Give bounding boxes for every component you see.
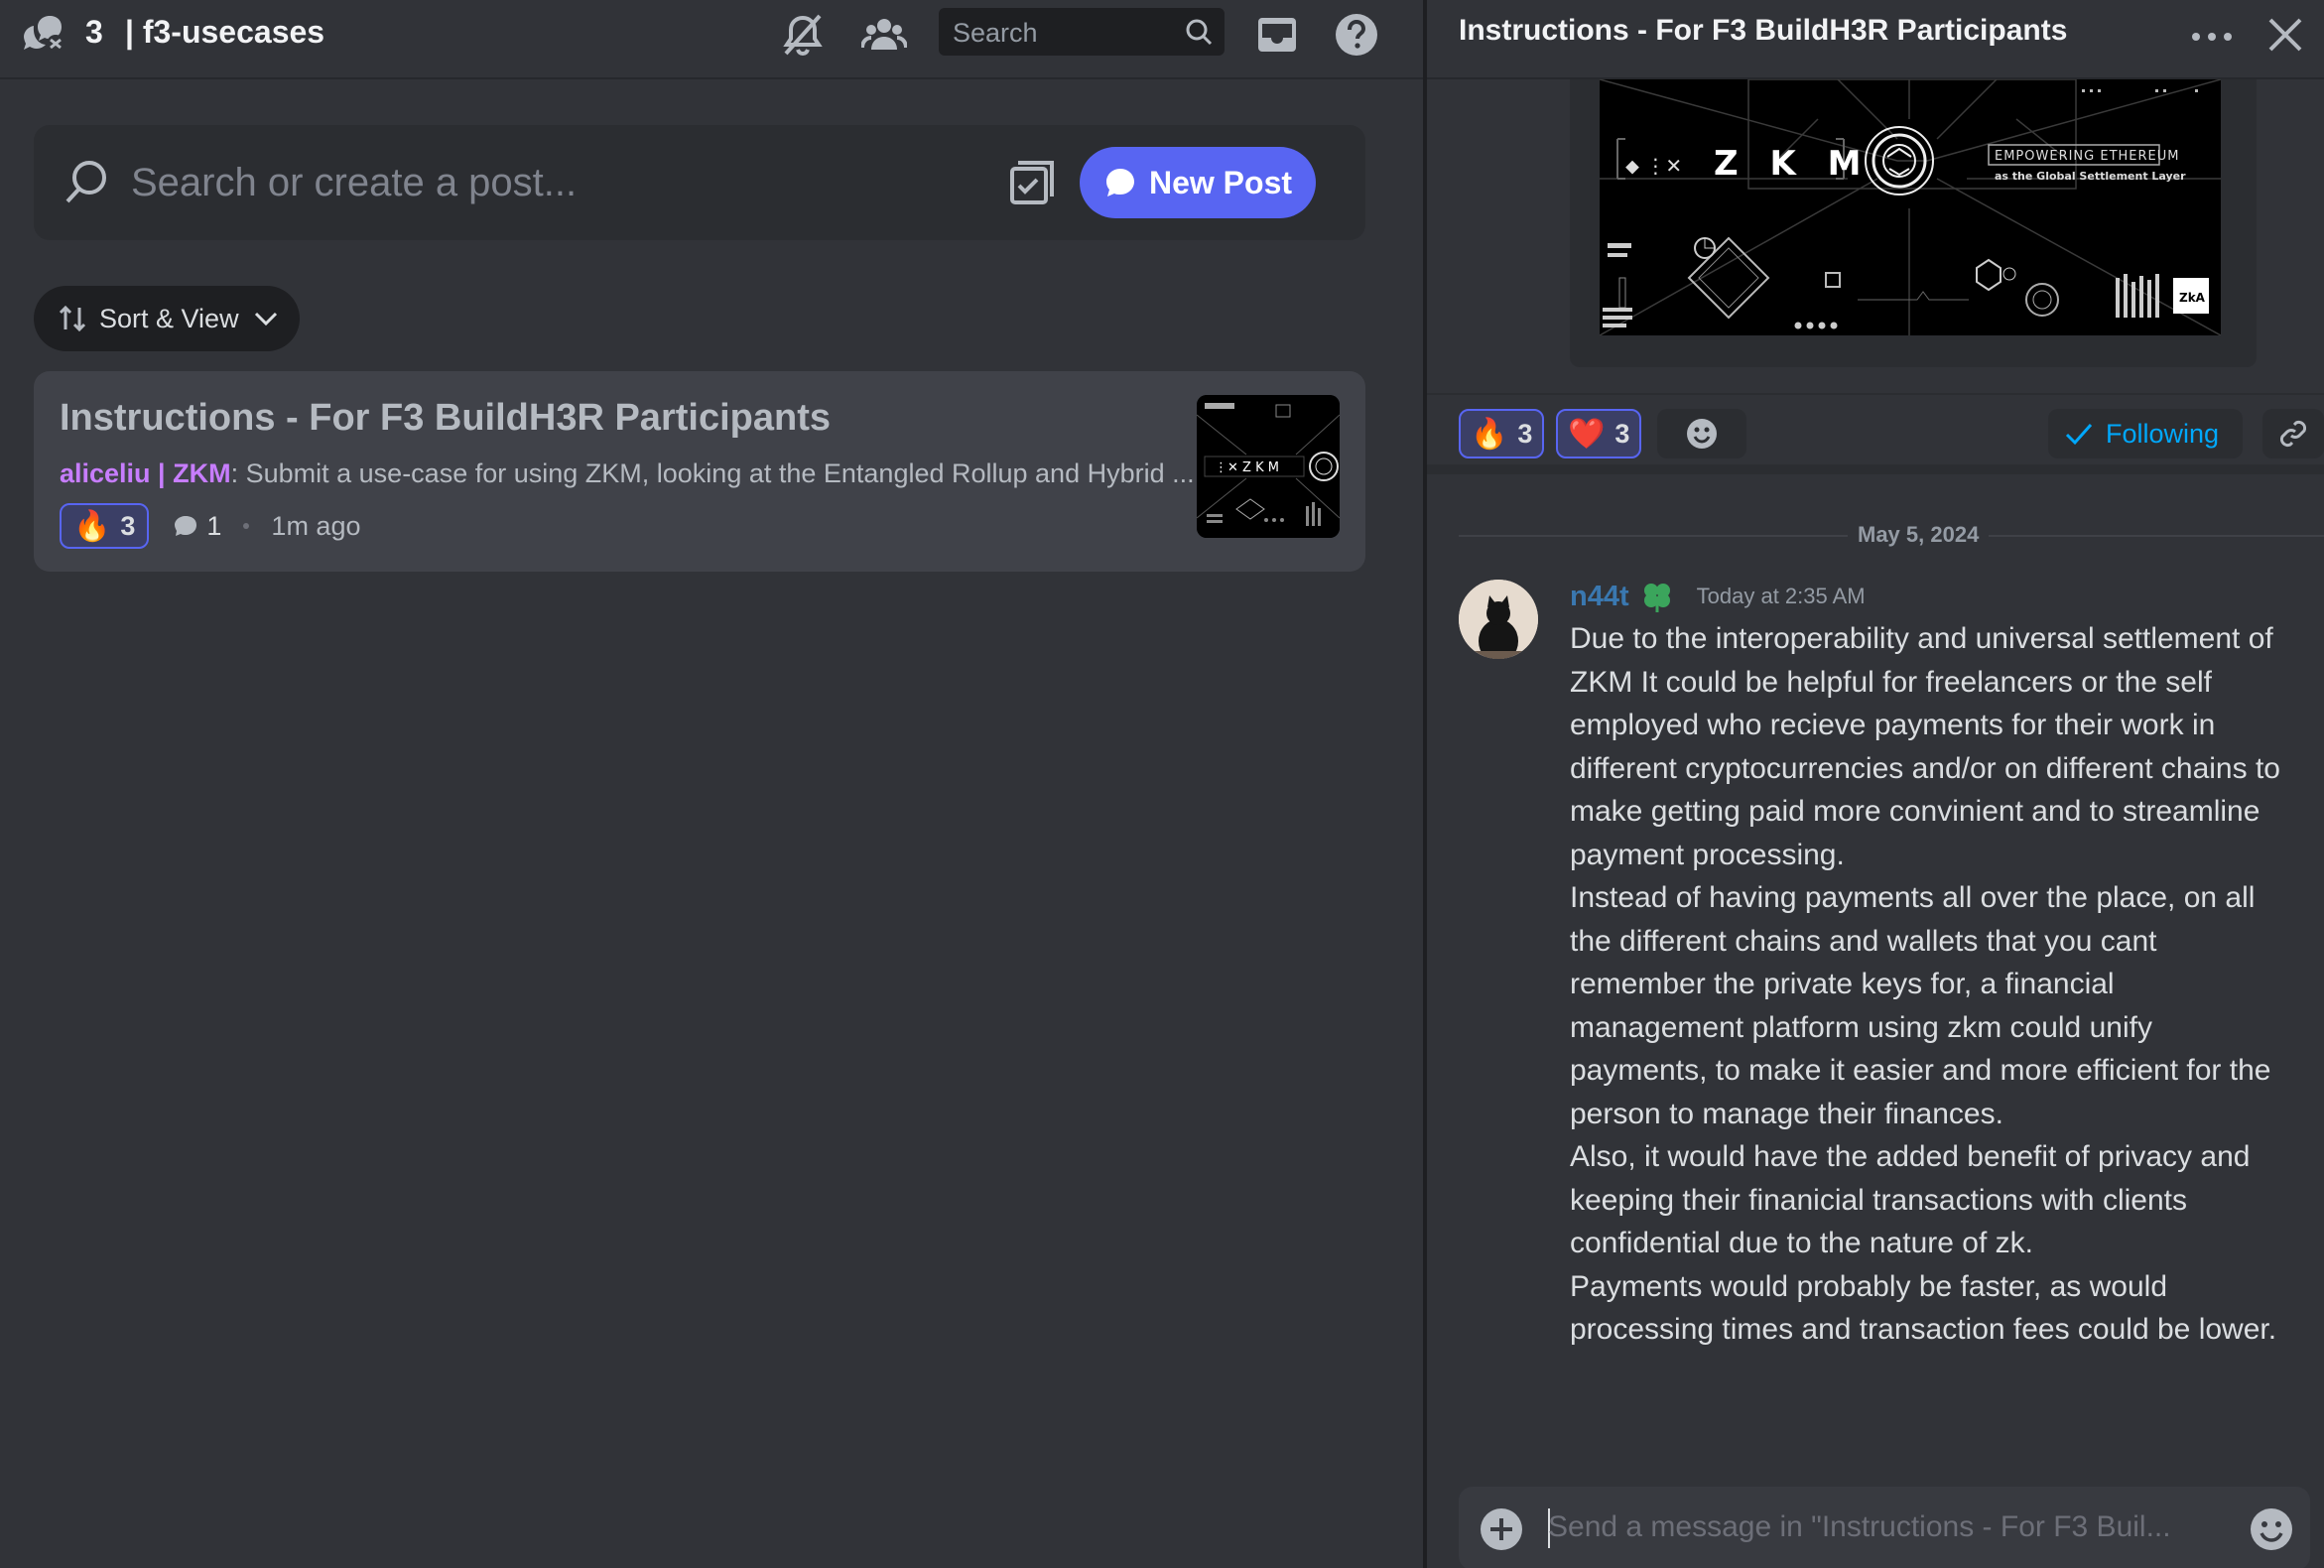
- post-search-bar[interactable]: Search or create a post... New Post: [34, 125, 1365, 240]
- post-reaction-count: 3: [120, 510, 136, 541]
- forum-pane: 3 | f3-usecases Search Search or create …: [0, 0, 1423, 1568]
- reaction-heart-count: 3: [1614, 418, 1630, 449]
- reaction-heart[interactable]: ❤️ 3: [1556, 409, 1642, 458]
- date-divider-label: May 5, 2024: [1848, 522, 1990, 548]
- sort-view-button[interactable]: Sort & View: [34, 286, 300, 351]
- banner-tagline-2: as the Global Settlement Layer: [1995, 170, 2186, 183]
- post-preview-text: Submit a use-case for using ZKM, looking…: [238, 458, 1195, 488]
- post-preview: aliceliu | ZKM: Submit a use-case for us…: [60, 458, 1205, 489]
- search-icon: [1185, 18, 1213, 46]
- add-reaction-button[interactable]: [1657, 409, 1746, 458]
- message-timestamp: Today at 2:35 AM: [1696, 584, 1866, 608]
- clover-badge-icon: [1643, 584, 1670, 612]
- sort-view-label: Sort & View: [99, 303, 239, 333]
- help-icon[interactable]: [1334, 12, 1379, 58]
- reaction-fire-count: 3: [1517, 418, 1533, 449]
- inbox-icon[interactable]: [1254, 12, 1300, 58]
- banner-logo-text: Z K M: [1714, 144, 1872, 184]
- channel-separator: |: [125, 14, 134, 50]
- heart-emoji-icon: ❤️: [1568, 417, 1606, 451]
- thread-title: Instructions - For F3 BuildH3R Participa…: [1459, 14, 2068, 47]
- emoji-picker-icon[interactable]: [2249, 1506, 2294, 1552]
- members-icon[interactable]: [861, 12, 907, 58]
- forum-post-card[interactable]: Instructions - For F3 BuildH3R Participa…: [34, 371, 1365, 572]
- link-icon: [2279, 420, 2307, 448]
- search-icon: [62, 158, 111, 207]
- following-label: Following: [2106, 418, 2220, 449]
- thread-pane: ⬥ ⋮✕ Z K M EMPOWERING ETHEREUM as the Gl…: [1427, 0, 2324, 1568]
- forum-unread-count: 3: [85, 14, 103, 50]
- svg-text:⬥ ⋮✕: ⬥ ⋮✕: [1625, 154, 1682, 178]
- post-author[interactable]: aliceliu | ZKM: [60, 458, 231, 488]
- post-search-placeholder: Search or create a post...: [131, 161, 578, 204]
- post-author-colon: :: [230, 458, 239, 488]
- thread-reactions-bar: 🔥 3 ❤️ 3 Following: [1427, 393, 2324, 474]
- fire-emoji-icon: 🔥: [1471, 417, 1508, 451]
- channel-title: f3-usecases: [142, 14, 325, 50]
- zkm-banner-image[interactable]: ⬥ ⋮✕ Z K M EMPOWERING ETHEREUM as the Gl…: [1600, 79, 2221, 335]
- message-body: Due to the interoperability and universa…: [1570, 617, 2284, 1352]
- svg-text:⋮✕ Z K M: ⋮✕ Z K M: [1215, 460, 1279, 475]
- new-post-label: New Post: [1148, 164, 1293, 200]
- message-username[interactable]: n44t: [1570, 581, 1629, 613]
- reaction-fire[interactable]: 🔥 3: [1459, 409, 1545, 458]
- post-message-count-value: 1: [206, 510, 222, 541]
- channel-name[interactable]: | f3-usecases: [125, 10, 324, 54]
- mute-notifications-icon[interactable]: [780, 12, 826, 58]
- close-icon[interactable]: [2266, 16, 2304, 54]
- header-search-placeholder: Search: [953, 18, 1038, 48]
- post-message-count: 1: [173, 511, 221, 542]
- post-thumbnail[interactable]: ⋮✕ Z K M: [1197, 395, 1340, 538]
- chat-bubble-icon: [1105, 169, 1134, 196]
- add-attachment-icon[interactable]: [1479, 1506, 1524, 1552]
- header-search-box[interactable]: Search: [939, 8, 1225, 56]
- message-paragraph: Also, it would have the added benefit of…: [1570, 1140, 2251, 1259]
- chevron-down-icon: [254, 312, 277, 327]
- banner-attachment: ⬥ ⋮✕ Z K M EMPOWERING ETHEREUM as the Gl…: [1570, 79, 2257, 367]
- date-divider: May 5, 2024: [1459, 520, 2324, 550]
- banner-tagline-1: EMPOWERING ETHEREUM: [1995, 149, 2180, 164]
- message-paragraph: Instead of having payments all over the …: [1570, 881, 2271, 1130]
- message-header: n44t Today at 2:35 AM: [1570, 576, 1866, 617]
- forum-topbar: 3 | f3-usecases Search: [0, 0, 1423, 79]
- message-input-placeholder: Send a message in "Instructions - For F3…: [1548, 1510, 2171, 1543]
- chat-bubble-icon: [175, 516, 197, 536]
- smiley-icon: [1687, 419, 1717, 449]
- message-paragraph: Due to the interoperability and universa…: [1570, 622, 2280, 871]
- following-button[interactable]: Following: [2048, 409, 2243, 458]
- copy-link-button[interactable]: [2262, 409, 2324, 458]
- sort-arrows-icon: [59, 305, 86, 332]
- post-reaction[interactable]: 🔥 3: [60, 503, 150, 549]
- avatar[interactable]: [1459, 580, 1538, 659]
- forum-channel-icon: [20, 10, 67, 58]
- thread-header: Instructions - For F3 BuildH3R Participa…: [1427, 0, 2324, 79]
- meta-separator: [243, 523, 250, 529]
- message-paragraph: Payments would probably be faster, as wo…: [1570, 1269, 2277, 1347]
- tag-filter-icon[interactable]: [1008, 159, 1056, 206]
- post-time: 1m ago: [271, 510, 361, 541]
- message-composer[interactable]: Send a message in "Instructions - For F3…: [1459, 1487, 2310, 1568]
- new-post-button[interactable]: New Post: [1080, 147, 1316, 218]
- post-title: Instructions - For F3 BuildH3R Participa…: [60, 397, 831, 439]
- more-options-icon[interactable]: [2187, 22, 2237, 52]
- post-meta: 🔥 3 1 1m ago: [60, 502, 360, 550]
- fire-emoji-icon: 🔥: [73, 509, 111, 543]
- checkmark-icon: [2065, 424, 2093, 446]
- banner-corner-logo: ZkA: [2179, 291, 2206, 305]
